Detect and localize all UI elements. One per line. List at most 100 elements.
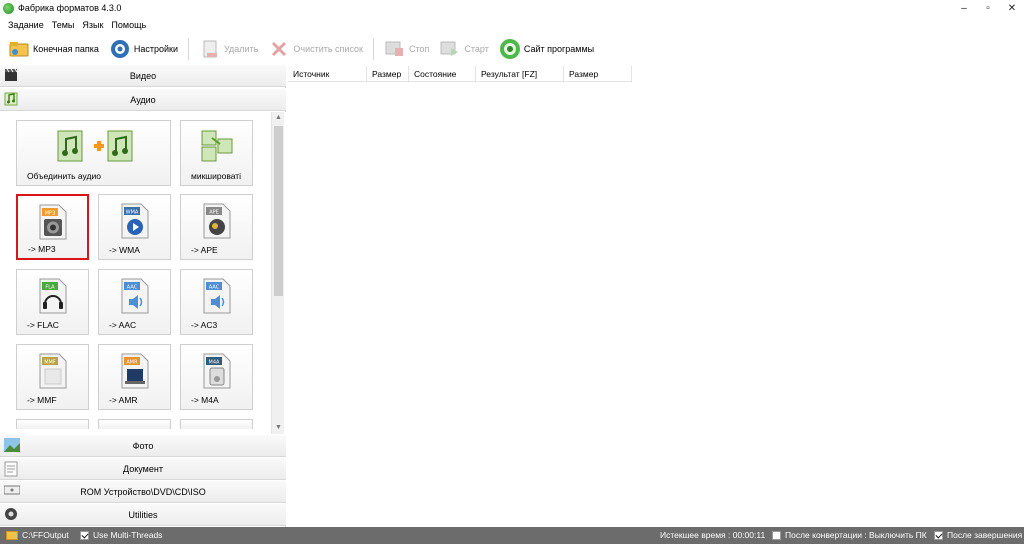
column-result[interactable]: Результат [FZ] xyxy=(476,66,564,82)
category-utilities[interactable]: Utilities xyxy=(0,503,286,526)
after-finish-option[interactable]: После завершения xyxy=(934,530,1022,540)
ape-badge: APE xyxy=(209,210,219,216)
category-video-label: Видео xyxy=(129,71,157,81)
stop-button[interactable]: Стоп xyxy=(384,36,429,62)
after-convert-option[interactable]: После конвертации : Выключить ПК xyxy=(772,530,927,540)
ac3-file-icon: AAC xyxy=(201,278,233,316)
convert-ac3-tile[interactable]: AAC -> AC3 xyxy=(180,269,253,335)
app-logo-icon xyxy=(3,3,14,14)
clear-list-icon xyxy=(268,38,290,60)
ac3-badge: AAC xyxy=(208,285,219,291)
m4a-label: -> M4A xyxy=(191,395,219,405)
category-document-label: Документ xyxy=(123,464,163,474)
convert-flac-tile[interactable]: FLA -> FLAC xyxy=(16,269,89,335)
m4a-file-icon: M4A xyxy=(201,353,233,391)
globe-icon xyxy=(499,38,521,60)
folder-icon xyxy=(8,38,30,60)
stop-label: Стоп xyxy=(409,44,430,54)
stop-icon xyxy=(384,38,406,60)
format-tile[interactable] xyxy=(16,419,89,429)
column-size[interactable]: Размер xyxy=(367,66,409,82)
folder-icon xyxy=(6,530,18,540)
output-path[interactable]: C:\FFOutput xyxy=(6,530,69,540)
toolbar: Конечная папка Настройки Удалить Очистит… xyxy=(0,34,1024,64)
flac-file-icon: FLA xyxy=(37,278,69,316)
category-document[interactable]: Документ xyxy=(0,457,286,480)
wma-badge: WMA xyxy=(125,210,138,216)
format-tile[interactable] xyxy=(98,419,171,429)
scroll-up-arrow[interactable]: ▲ xyxy=(272,112,285,124)
category-rom-label: ROM Устройство\DVD\CD\ISO xyxy=(80,487,206,497)
format-tile[interactable] xyxy=(180,419,253,429)
settings-gear-icon xyxy=(109,38,131,60)
mix-audio-tile[interactable]: микшироватi xyxy=(180,120,253,186)
settings-button[interactable]: Настройки xyxy=(109,36,178,62)
join-audio-tile[interactable]: Объединить аудио xyxy=(16,120,171,186)
elapsed-time: Истекшее время : 00:00:11 xyxy=(660,530,765,540)
scroll-down-arrow[interactable]: ▼ xyxy=(272,422,285,434)
output-folder-label: Конечная папка xyxy=(33,44,99,54)
convert-mp3-tile[interactable]: MP3 -> MP3 xyxy=(16,194,89,260)
mp3-file-icon: MP3 xyxy=(37,204,69,242)
toolbar-divider xyxy=(373,38,374,60)
after-finish-checkbox[interactable] xyxy=(934,530,943,540)
mmf-label: -> MMF xyxy=(27,395,57,405)
mp3-badge: MP3 xyxy=(44,211,55,217)
scroll-thumb[interactable] xyxy=(274,126,283,296)
minimize-button[interactable]: – xyxy=(952,0,976,18)
convert-aac-tile[interactable]: AAC -> AAC xyxy=(98,269,171,335)
category-rom[interactable]: ROM Устройство\DVD\CD\ISO xyxy=(0,480,286,503)
wma-label: -> WMA xyxy=(109,245,140,255)
start-button[interactable]: Старт xyxy=(439,36,489,62)
grid-scrollbar[interactable]: ▲ ▼ xyxy=(271,112,284,434)
column-source[interactable]: Источник xyxy=(288,66,367,82)
category-panel: Видео Аудио Объединить аудио микшироватi… xyxy=(0,64,286,527)
aac-label: -> AAC xyxy=(109,320,137,330)
mmf-file-icon: MMF xyxy=(37,353,69,391)
mmf-badge: MMF xyxy=(44,360,56,366)
category-video[interactable]: Видео xyxy=(0,64,286,87)
amr-label: -> AMR xyxy=(109,395,138,405)
multithreads-label: Use Multi-Threads xyxy=(93,530,163,540)
menu-themes[interactable]: Темы xyxy=(52,18,75,32)
menu-bar: Задание Темы Язык Помощь xyxy=(0,18,1024,32)
ac3-label: -> AC3 xyxy=(191,320,218,330)
convert-ape-tile[interactable]: APE -> APE xyxy=(180,194,253,260)
audio-format-grid: Объединить аудио микшироватi MP3 -> MP3 … xyxy=(0,112,286,434)
category-photo[interactable]: Фото xyxy=(0,434,286,457)
amr-badge: AMR xyxy=(126,360,138,366)
output-folder-button[interactable]: Конечная папка xyxy=(8,36,99,62)
multithreads-option[interactable]: Use Multi-Threads xyxy=(80,530,162,540)
file-list[interactable] xyxy=(288,83,1024,527)
amr-file-icon: AMR xyxy=(119,353,151,391)
close-button[interactable]: ✕ xyxy=(1000,0,1024,18)
mp3-label: -> MP3 xyxy=(28,244,56,254)
clear-list-button[interactable]: Очистить список xyxy=(268,36,363,62)
convert-wma-tile[interactable]: WMA -> WMA xyxy=(98,194,171,260)
convert-amr-tile[interactable]: AMR -> AMR xyxy=(98,344,171,410)
convert-m4a-tile[interactable]: M4A -> M4A xyxy=(180,344,253,410)
start-icon xyxy=(439,38,461,60)
multithreads-checkbox[interactable] xyxy=(80,530,89,540)
flac-label: -> FLAC xyxy=(27,320,59,330)
column-output-size[interactable]: Размер xyxy=(564,66,632,82)
convert-mmf-tile[interactable]: MMF -> MMF xyxy=(16,344,89,410)
remove-label: Удалить xyxy=(224,44,259,54)
window-title: Фабрика форматов 4.3.0 xyxy=(18,3,122,13)
website-button[interactable]: Сайт программы xyxy=(499,36,594,62)
m4a-badge: M4A xyxy=(208,360,219,366)
menu-task[interactable]: Задание xyxy=(8,18,44,32)
category-audio[interactable]: Аудио xyxy=(0,88,286,111)
after-finish-label: После завершения xyxy=(947,530,1023,540)
aac-file-icon: AAC xyxy=(119,278,151,316)
column-state[interactable]: Состояние xyxy=(409,66,476,82)
remove-button[interactable]: Удалить xyxy=(199,36,258,62)
toolbar-divider xyxy=(188,38,189,60)
restore-button[interactable]: ▫ xyxy=(976,0,1000,18)
clear-list-label: Очистить список xyxy=(293,44,363,54)
join-audio-label: Объединить аудио xyxy=(27,171,101,181)
after-convert-checkbox[interactable] xyxy=(772,530,781,540)
ape-file-icon: APE xyxy=(201,203,233,241)
menu-language[interactable]: Язык xyxy=(82,18,103,32)
menu-help[interactable]: Помощь xyxy=(111,18,146,32)
